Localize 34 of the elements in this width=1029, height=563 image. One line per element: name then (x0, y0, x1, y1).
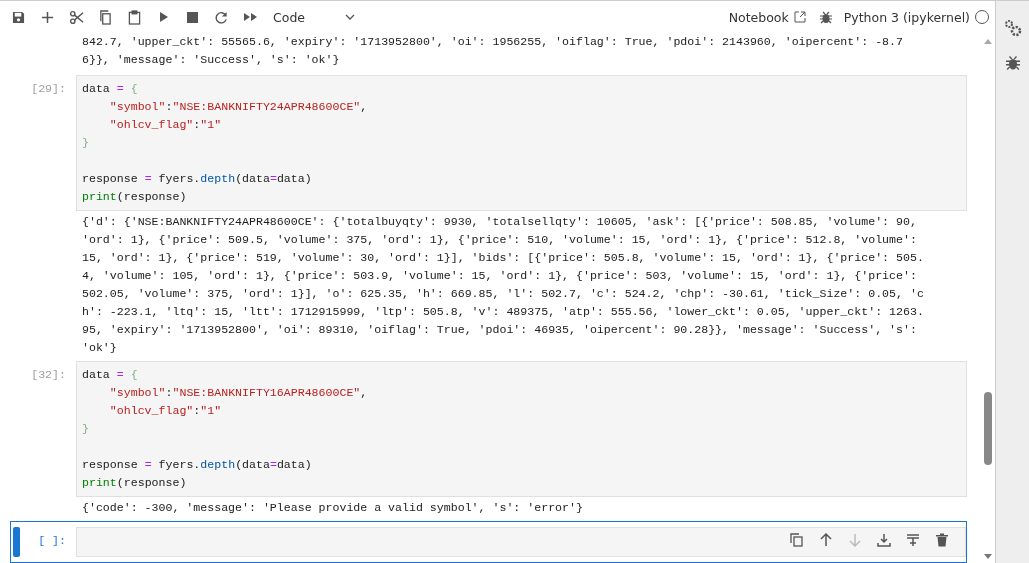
external-link-icon (793, 11, 806, 23)
arrow-up-icon (819, 533, 832, 547)
cell-output: {'code': -300, 'message': 'Please provide a valid symbol', 's': 'error'} (81, 500, 584, 516)
add-icon (41, 10, 54, 24)
chevron-down-icon (345, 14, 355, 20)
scissors-icon (69, 9, 84, 25)
save-icon (12, 10, 25, 24)
scroll-down-arrow[interactable] (984, 554, 992, 559)
play-icon (158, 11, 169, 23)
stop-icon (187, 11, 198, 23)
execution-count: [29]: (31, 82, 66, 95)
bug-icon[interactable] (1005, 55, 1020, 71)
gears-icon[interactable] (1003, 19, 1022, 37)
code-editor[interactable]: data = { "symbol":"NSE:BANKNIFTY16APR48600CE", "ohlcv_flag":"1" } response = fyers.depth(data=data) print(response) (76, 361, 967, 497)
active-cell-marker (13, 527, 20, 557)
code-editor[interactable]: data = { "symbol":"NSE:BANKNIFTY24APR48600CE", "ohlcv_flag":"1" } response = fyers.depth(data=data) print(response) (76, 75, 967, 211)
bug-icon[interactable] (819, 10, 832, 24)
execution-count: [32]: (31, 368, 66, 381)
insert-below-icon (905, 533, 920, 547)
cell-output: 842.7, 'upper_ckt': 55565.6, 'expiry': '1713952800', 'oi': 1956255, 'oiflag': True, 'pdoi': 2143960, 'oipercent': -8.7 6}}, 'message': 'Success', 's': 'ok'} (81, 34, 904, 68)
duplicate-icon (790, 533, 803, 547)
insert-above-icon (876, 533, 891, 547)
notebook-link[interactable]: Notebook (728, 9, 806, 25)
execution-count: [ ]: (38, 534, 66, 547)
kernel-name[interactable]: Python 3 (ipykernel) (843, 9, 970, 25)
clipboard-icon (128, 9, 141, 25)
copy-icon (99, 9, 112, 25)
cell-output: {'d': {'NSE:BANKNIFTY24APR48600CE': {'totalbuyqty': 9930, 'totalsellqty': 10605, 'ask': [{'price': 508.85, 'volume': 90, 'ord': 1}, {'price': 509.5, 'volume': 375, 'ord': 1}, {'price': 510, 'volume': 15, 'ord': 1}, {'price': 512.8, 'volume': 15, 'ord': 1}, {'price': 519, 'volume': 30, 'ord': 1}], 'bids': [{'price': 505.8, 'volume': 15, 'ord': 1}, {'price': 505. 4, 'volume': 105, 'ord': 1}, {'price': 503.9, 'volume': 15, 'ord': 1}, {'price': 503, 'volume': 15, 'ord': 1}, {'price': 502.05, 'volume': 375, 'ord': 1}], 'o': 625.35, 'h': 669.85, 'l': 502.7, 'c': 524.2, 'chp': -30.61, 'tick_Size': 0.05, 'c h': -223.1, 'ltq': 15, 'ltt': 1712915999, 'ltp': 505.8, 'v': 489375, 'atp': 555.56, 'lower_ckt': 0.05, 'upper_ckt': 1263. 95, 'expiry': '1713952800', 'oi': 89310, 'oiflag': True, 'pdoi': 46935, 'oipercent': 90.28}}, 'message': 'Success', 's': 'ok'} (81, 214, 925, 356)
trash-icon (935, 533, 948, 547)
arrow-down-icon (848, 533, 861, 547)
cell-type-dropdown[interactable]: Code (265, 5, 363, 29)
fast-forward-icon (243, 12, 258, 22)
restart-icon (215, 10, 228, 24)
scrollbar-thumb[interactable] (984, 392, 992, 465)
